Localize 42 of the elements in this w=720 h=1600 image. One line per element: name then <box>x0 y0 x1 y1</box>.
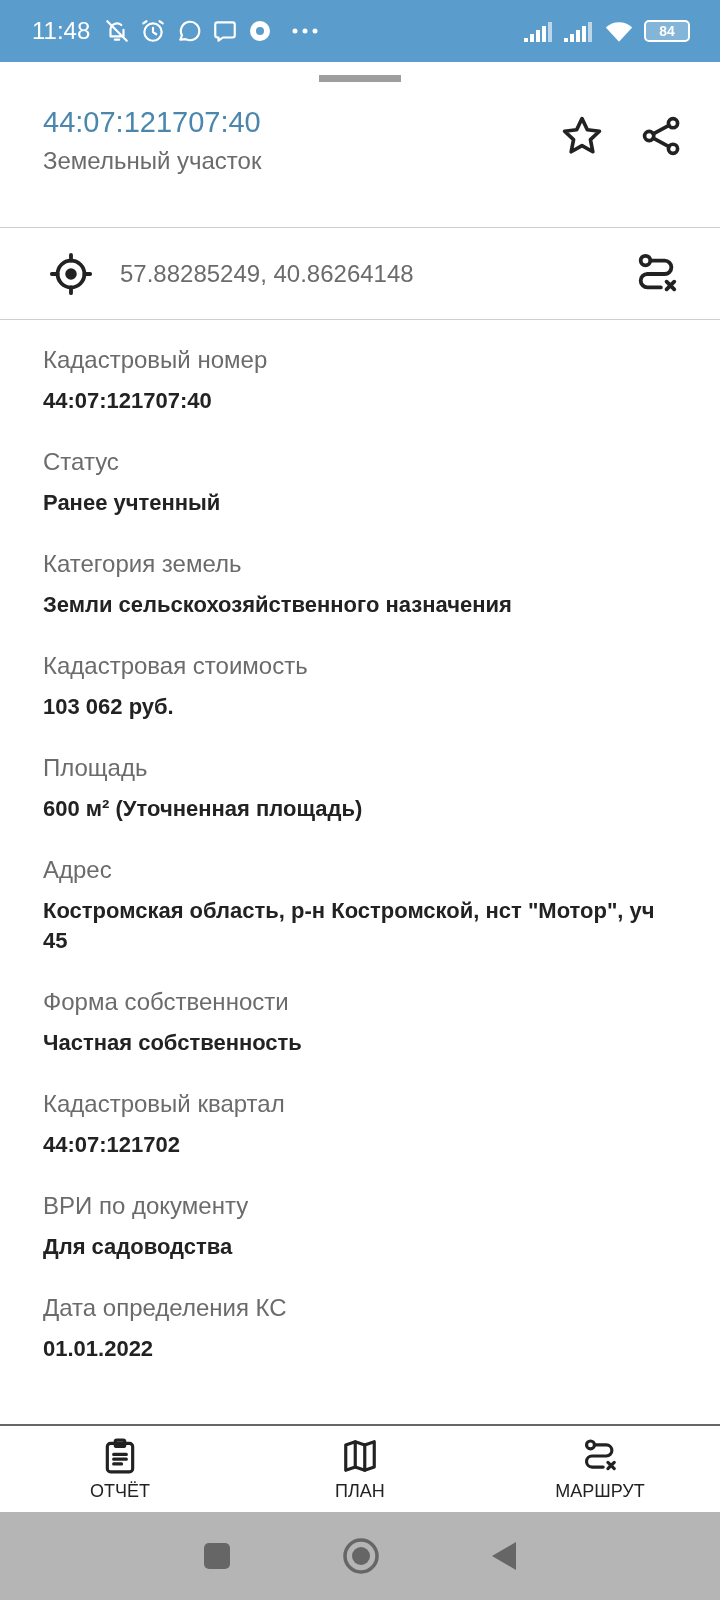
wifi-icon <box>604 19 634 43</box>
field-value: 103 062 руб. <box>43 693 175 721</box>
field-value: Земли сельскохозяйственного назначения <box>43 591 513 619</box>
browser-icon <box>248 19 273 43</box>
field-label: Категория земель <box>43 550 243 578</box>
more-icon <box>292 28 319 34</box>
field-value: 600 м² (Уточненная площадь) <box>43 795 364 823</box>
home-icon[interactable] <box>343 1538 379 1574</box>
field-value: 01.01.2022 <box>43 1335 155 1363</box>
field-label: Кадастровый номер <box>43 346 269 374</box>
coordinates: 57.88285249, 40.86264148 <box>120 259 415 288</box>
location-icon[interactable] <box>48 250 94 297</box>
field-value: Костромская область, р-н Костромской, нст "Мотор", уч 45 <box>43 897 656 955</box>
parcel-type: Земельный участок <box>43 147 263 175</box>
field-value: Ранее учтенный <box>43 489 222 517</box>
field-label: Адрес <box>43 856 113 884</box>
field-value: 44:07:121707:40 <box>43 387 213 415</box>
field-value: Частная собственность <box>43 1029 303 1057</box>
plan-button[interactable]: ПЛАН <box>240 1426 480 1512</box>
field-label: Дата определения КС <box>43 1294 288 1322</box>
report-button[interactable]: ОТЧЁТ <box>0 1426 240 1512</box>
field-label: Форма собственности <box>43 988 290 1016</box>
parcel-title: 44:07:121707:40 <box>43 106 262 139</box>
bell-off-icon <box>104 18 131 44</box>
field-label: Площадь <box>43 754 149 782</box>
chat-icon <box>176 18 203 44</box>
signal-icon <box>524 20 554 42</box>
phone-chat-icon <box>212 18 239 44</box>
back-icon[interactable] <box>491 1541 517 1571</box>
route-button[interactable]: МАРШРУТ <box>480 1426 720 1512</box>
signal-icon <box>564 20 594 42</box>
field-label: Кадастровая стоимость <box>43 652 309 680</box>
field-label: Статус <box>43 448 120 476</box>
field-value: Для садоводства <box>43 1233 234 1261</box>
drag-handle[interactable] <box>319 75 401 82</box>
field-label: Кадастровый квартал <box>43 1090 286 1118</box>
recents-icon[interactable] <box>203 1542 231 1570</box>
status-time: 11:48 <box>32 17 91 45</box>
field-label: ВРИ по документу <box>43 1192 250 1220</box>
battery-level: 84 <box>659 23 675 39</box>
alarm-icon <box>140 18 167 44</box>
field-value: 44:07:121702 <box>43 1131 181 1159</box>
